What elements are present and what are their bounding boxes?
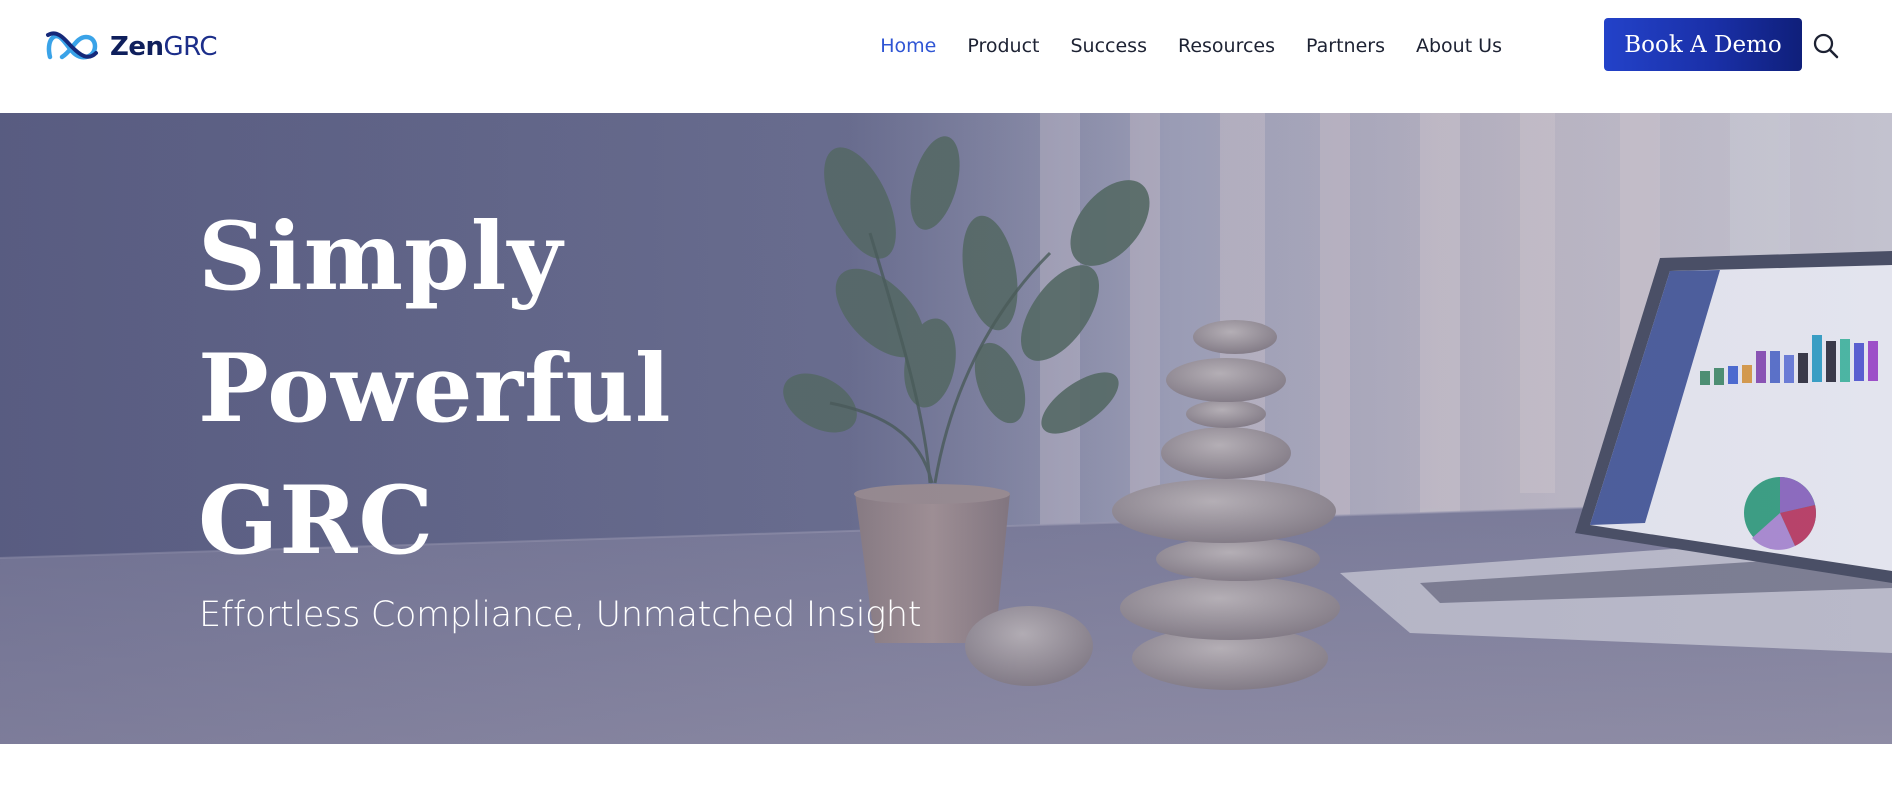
brand-logo[interactable]: ZenGRC — [44, 22, 218, 72]
book-demo-button[interactable]: Book A Demo — [1604, 18, 1802, 71]
nav-item-product[interactable]: Product — [967, 35, 1039, 57]
hero-title: Simply Powerful GRC — [198, 191, 672, 587]
hero-subtitle: Effortless Compliance, Unmatched Insight — [199, 595, 922, 635]
page-content-start — [0, 744, 1892, 788]
main-nav: Home Product Success Resources Partners … — [880, 26, 1502, 66]
brand-name-bold: Zen — [110, 32, 164, 62]
hero-banner: Simply Powerful GRC Effortless Complianc… — [0, 113, 1892, 744]
brand-name-regular: GRC — [163, 32, 218, 62]
infinity-logo-icon — [46, 31, 98, 60]
nav-item-success[interactable]: Success — [1070, 35, 1146, 57]
nav-item-partners[interactable]: Partners — [1306, 35, 1385, 57]
nav-item-resources[interactable]: Resources — [1178, 35, 1275, 57]
hero-title-line: Simply — [198, 202, 564, 312]
nav-item-about-us[interactable]: About Us — [1416, 35, 1502, 57]
site-header: ZenGRC Home Product Success Resources Pa… — [0, 0, 1892, 113]
search-icon[interactable] — [1812, 32, 1840, 60]
nav-item-home[interactable]: Home — [880, 35, 936, 57]
brand-wordmark: ZenGRC — [110, 32, 218, 62]
hero-title-line: GRC — [198, 466, 435, 576]
hero-title-line: Powerful — [198, 334, 672, 444]
